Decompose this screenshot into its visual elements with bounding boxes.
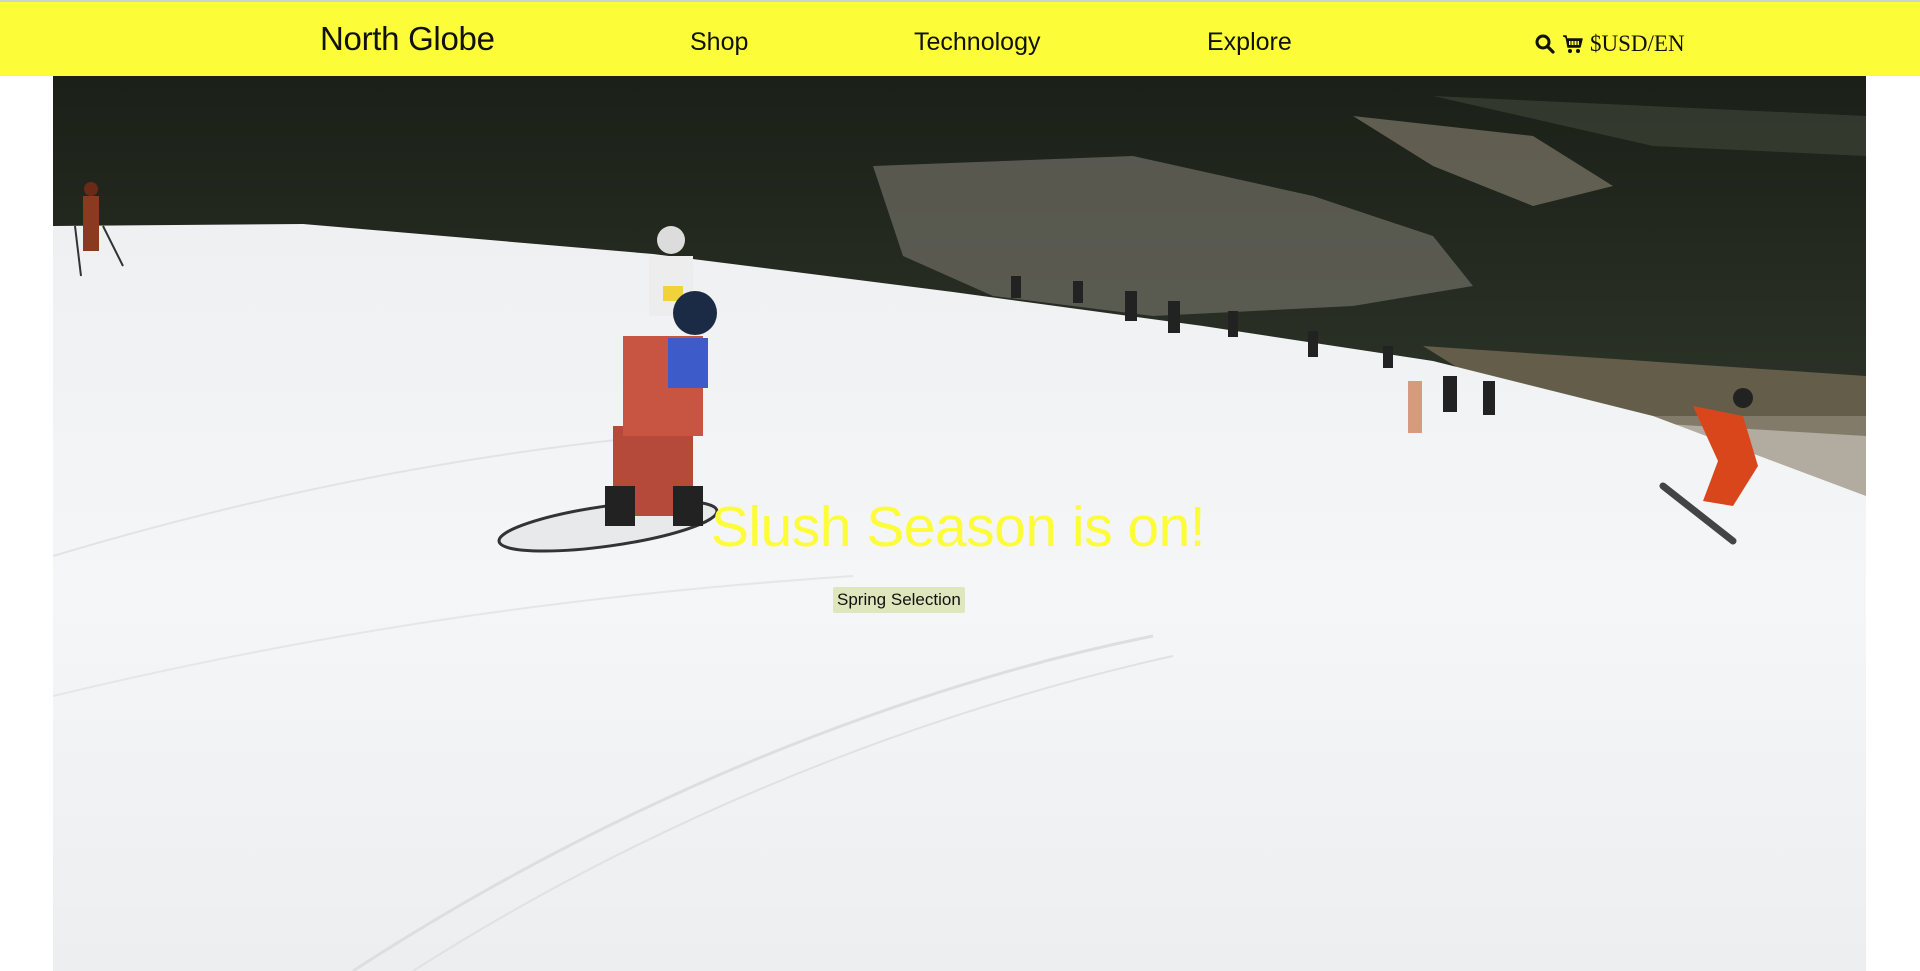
cart-icon[interactable] [1562,33,1584,55]
brand-logo[interactable]: North Globe [320,20,495,58]
top-navigation-bar: North Globe Shop Technology Explore $USD… [0,0,1920,76]
nav-item-technology[interactable]: Technology [914,28,1040,57]
currency-language-selector[interactable]: $USD/EN [1590,31,1685,57]
hero-title: Slush Season is on! [710,495,1206,559]
hero-banner: Slush Season is on! Spring Selection [53,76,1866,971]
spring-selection-button[interactable]: Spring Selection [833,587,965,613]
nav-item-shop[interactable]: Shop [690,28,748,57]
header-tools: $USD/EN [1534,29,1685,59]
nav-item-explore[interactable]: Explore [1207,28,1292,57]
search-icon[interactable] [1534,33,1556,55]
